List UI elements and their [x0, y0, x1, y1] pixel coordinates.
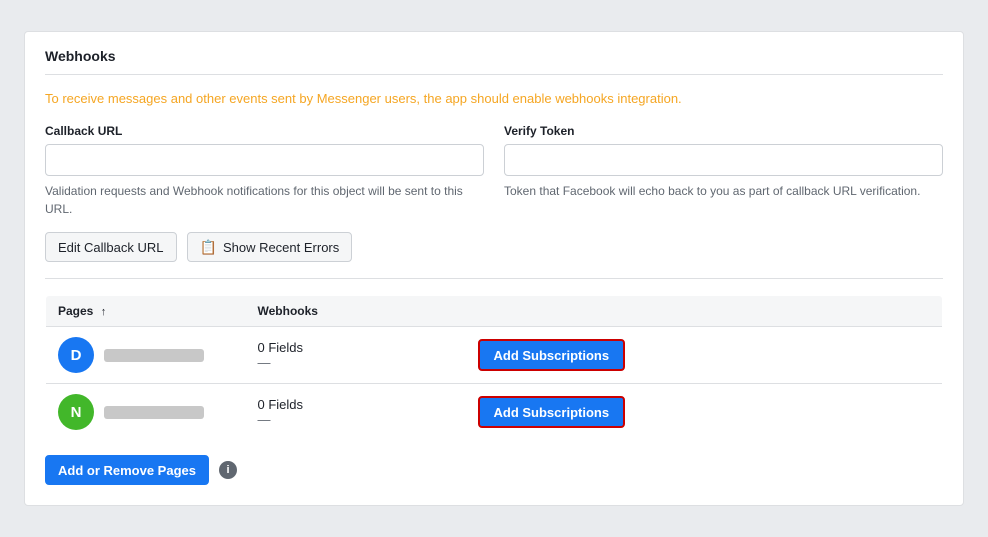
- table-header-row: Pages ↑ Webhooks: [46, 296, 943, 327]
- blurred-name-n: [104, 406, 204, 419]
- pages-table: Pages ↑ Webhooks D: [45, 295, 943, 441]
- avatar-n: N: [58, 394, 94, 430]
- fields-count-d: 0 Fields: [258, 340, 454, 355]
- info-message: To receive messages and other events sen…: [45, 89, 943, 109]
- callback-url-group: Callback URL Validation requests and Web…: [45, 124, 484, 218]
- action-btn-row: Edit Callback URL 📋 Show Recent Errors: [45, 232, 943, 279]
- webhooks-panel: Webhooks To receive messages and other e…: [24, 31, 964, 507]
- add-subscriptions-button-n[interactable]: Add Subscriptions: [478, 396, 626, 428]
- callback-url-label: Callback URL: [45, 124, 484, 138]
- bottom-row: Add or Remove Pages i: [45, 455, 943, 485]
- add-remove-pages-button[interactable]: Add or Remove Pages: [45, 455, 209, 485]
- webhooks-cell-d: 0 Fields —: [246, 327, 466, 384]
- actions-cell-n: Add Subscriptions: [466, 384, 943, 441]
- table-row: D 0 Fields — Add Subscriptions: [46, 327, 943, 384]
- actions-cell-d: Add Subscriptions: [466, 327, 943, 384]
- page-name-n: [104, 406, 204, 419]
- form-row: Callback URL Validation requests and Web…: [45, 124, 943, 218]
- col-pages: Pages ↑: [46, 296, 246, 327]
- blurred-name-d: [104, 349, 204, 362]
- callback-url-input[interactable]: [45, 144, 484, 176]
- verify-token-label: Verify Token: [504, 124, 943, 138]
- info-icon[interactable]: i: [219, 461, 237, 479]
- panel-title: Webhooks: [45, 48, 943, 75]
- table-section: Pages ↑ Webhooks D: [45, 295, 943, 485]
- callback-hint: Validation requests and Webhook notifica…: [45, 182, 484, 218]
- doc-icon: 📋: [200, 239, 217, 256]
- verify-token-input[interactable]: •••••••••••••••••••••••••••••••: [504, 144, 943, 176]
- token-hint: Token that Facebook will echo back to yo…: [504, 182, 943, 200]
- page-cell-n: N: [46, 384, 246, 441]
- edit-callback-label: Edit Callback URL: [58, 240, 164, 255]
- fields-dash-d: —: [258, 355, 454, 370]
- avatar-d: D: [58, 337, 94, 373]
- add-remove-label: Add or Remove Pages: [58, 463, 196, 478]
- show-errors-button[interactable]: 📋 Show Recent Errors: [187, 232, 353, 262]
- page-cell-d: D: [46, 327, 246, 384]
- verify-token-group: Verify Token •••••••••••••••••••••••••••…: [504, 124, 943, 218]
- col-webhooks: Webhooks: [246, 296, 466, 327]
- edit-callback-button[interactable]: Edit Callback URL: [45, 232, 177, 262]
- show-errors-label: Show Recent Errors: [223, 240, 339, 255]
- page-name-d: [104, 349, 204, 362]
- col-actions: [466, 296, 943, 327]
- fields-dash-n: —: [258, 412, 454, 427]
- sort-icon: ↑: [101, 306, 107, 318]
- webhooks-cell-n: 0 Fields —: [246, 384, 466, 441]
- table-row: N 0 Fields — Add Subscriptions: [46, 384, 943, 441]
- fields-count-n: 0 Fields: [258, 397, 454, 412]
- add-subscriptions-button-d[interactable]: Add Subscriptions: [478, 339, 626, 371]
